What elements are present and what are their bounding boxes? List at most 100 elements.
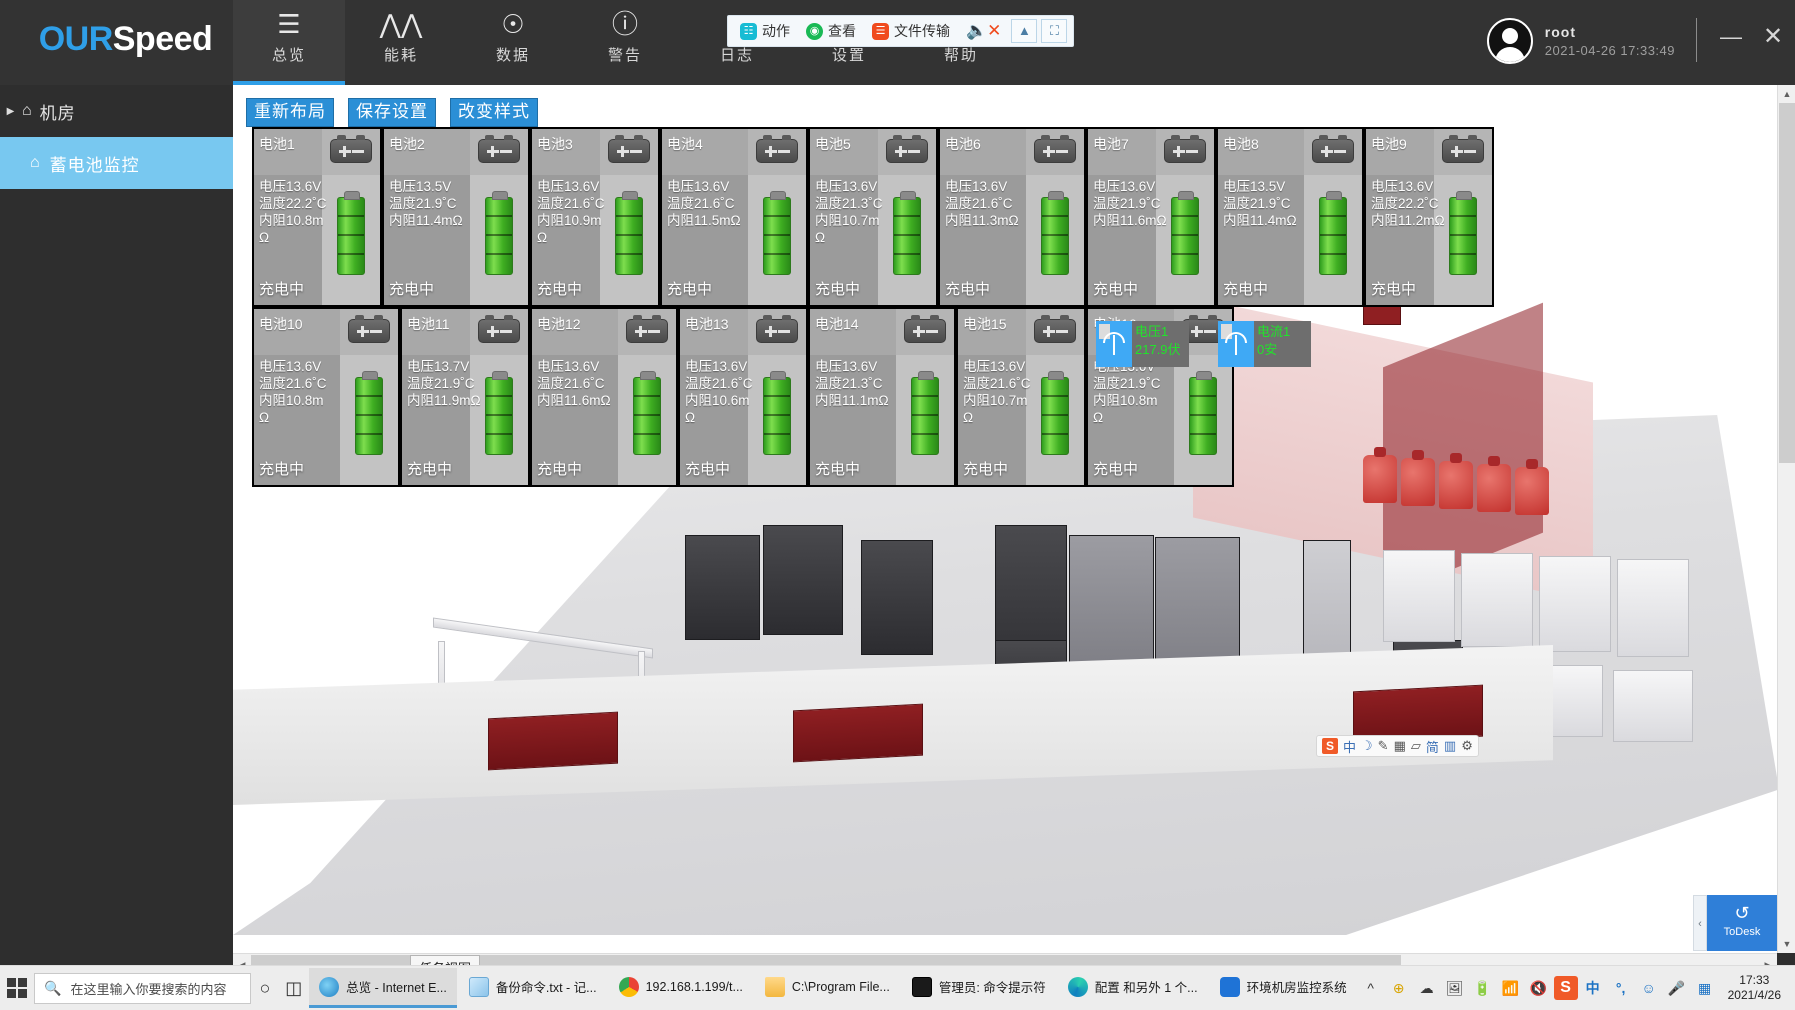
voltage-meter-label: 电压1 [1135, 323, 1186, 341]
battery-status: 充电中 [815, 278, 860, 299]
battery-temperature: 温度21.6˚C [945, 195, 1019, 212]
taskbar-app-edge[interactable]: 配置 和另外 1 个... [1058, 968, 1208, 1008]
remote-action-button[interactable]: ☷ 动作 [734, 19, 796, 43]
tray-overflow-icon[interactable]: ^ [1358, 980, 1384, 996]
application-window: OURSpeed ☰ 总览 ⋀⋀ 能耗 ☉ 数据 ⓘ 警告 日志 [0, 0, 1795, 975]
battery-card[interactable]: 电池13 电压13.6V 温度21.6˚C 内阻10.6mΩ 充电中 [678, 307, 808, 487]
tray-onedrive-icon[interactable]: ☁ [1414, 980, 1440, 997]
sidebar-item-battery-monitor-label: 蓄电池监控 [50, 151, 140, 176]
battery-card[interactable]: 电池3 电压13.6V 温度21.6˚C 内阻10.9mΩ 充电中 [530, 127, 660, 307]
battery-card-body: 电压13.6V 温度21.6˚C 内阻11.6mΩ 充电中 [532, 355, 676, 485]
battery-card[interactable]: 电池7 电压13.6V 温度21.9˚C 内阻11.6mΩ 充电中 [1086, 127, 1216, 307]
close-button[interactable]: ✕ [1759, 25, 1787, 49]
todesk-widget[interactable]: ↺ ToDesk [1707, 895, 1777, 951]
tray-ime-punctuation-toggle[interactable]: °, [1608, 980, 1634, 996]
battery-card[interactable]: 电池8 电压13.5V 温度21.9˚C 内阻11.4mΩ 充电中 [1216, 127, 1364, 307]
save-settings-button[interactable]: 保存设置 [348, 98, 436, 127]
battery-card[interactable]: 电池6 电压13.6V 温度21.6˚C 内阻11.3mΩ 充电中 [938, 127, 1086, 307]
tray-sogou-ime-icon[interactable]: S [1554, 976, 1578, 1000]
vertical-scroll-thumb[interactable] [1779, 103, 1795, 463]
battery-card[interactable]: 电池4 电压13.6V 温度21.6˚C 内阻11.5mΩ 充电中 [660, 127, 808, 307]
battery-voltage: 电压13.6V [259, 358, 333, 375]
battery-voltage: 电压13.6V [537, 358, 611, 375]
tray-ime-mic-icon[interactable]: 🎤 [1664, 980, 1690, 997]
vertical-scrollbar[interactable]: ▲ ▼ [1777, 85, 1795, 953]
chevron-right-icon: ▶ [0, 106, 22, 117]
ime-simplified-toggle[interactable]: 简 [1426, 737, 1439, 756]
clock-date: 2021/4/26 [1728, 988, 1781, 1003]
task-view-icon[interactable]: ◫ [279, 966, 308, 1010]
battery-resistance: 内阻10.8mΩ [259, 212, 333, 246]
tray-ime-lang-toggle[interactable]: 中 [1580, 978, 1606, 998]
remote-view-button[interactable]: ◉ 查看 [800, 19, 862, 43]
tray-volume-mute-icon[interactable]: 🔇 [1526, 980, 1552, 997]
search-input[interactable]: 🔍 在这里输入你要搜索的内容 [34, 973, 250, 1004]
chevron-up-icon[interactable]: ▲ [1011, 19, 1037, 43]
user-block[interactable]: root 2021-04-26 17:33:49 [1487, 18, 1675, 64]
voltage-meter-widget[interactable]: 电压1 217.9伏 [1096, 321, 1189, 367]
gauge-icon: ☉ [457, 0, 569, 44]
battery-voltage: 电压13.6V [815, 358, 889, 375]
tray-ime-keyboard-icon[interactable]: ▦ [1692, 980, 1718, 997]
home-icon: ⌂ [30, 154, 41, 172]
server-rack [763, 525, 843, 635]
remote-file-transfer-label: 文件传输 [894, 21, 950, 41]
taskbar-app-ie[interactable]: 总览 - Internet E... [309, 968, 457, 1008]
ime-panel-icon[interactable]: ▱ [1411, 738, 1421, 754]
cmd-icon [912, 977, 932, 997]
battery-card[interactable]: 电池12 电压13.6V 温度21.6˚C 内阻11.6mΩ 充电中 [530, 307, 678, 487]
sidebar-item-jifang[interactable]: ▶ ⌂ 机房 [0, 85, 233, 137]
speaker-mute-icon[interactable]: 🔈✕ [960, 21, 1007, 41]
remote-file-transfer-button[interactable]: ☰ 文件传输 [866, 19, 956, 43]
battery-card[interactable]: 电池9 电压13.6V 温度22.2˚C 内阻11.2mΩ 充电中 [1364, 127, 1494, 307]
battery-card[interactable]: 电池1 电压13.6V 温度22.2˚C 内阻10.8mΩ 充电中 [252, 127, 382, 307]
battery-level-icon [1041, 377, 1069, 455]
taskbar-app-cmd[interactable]: 管理员: 命令提示符 [902, 968, 1056, 1008]
current-meter-widget[interactable]: 电流1 0安 [1218, 321, 1311, 367]
taskbar-app-chrome[interactable]: 192.168.1.199/t... [609, 968, 753, 1008]
tab-overview[interactable]: ☰ 总览 [233, 0, 345, 85]
battery-temperature: 温度21.3˚C [815, 195, 889, 212]
ime-lang-toggle[interactable]: 中 [1343, 737, 1356, 756]
sogou-ime-icon[interactable]: S [1322, 738, 1338, 754]
minimize-button[interactable]: — [1717, 25, 1745, 49]
ime-toolbox-icon[interactable]: ▥ [1444, 738, 1456, 754]
todesk-collapse-handle[interactable]: ‹ [1693, 895, 1707, 951]
battery-name: 电池15 [963, 314, 1007, 334]
tray-battery-icon[interactable]: 🔋 [1470, 980, 1496, 997]
ime-moon-icon[interactable]: ☽ [1361, 738, 1373, 754]
tray-display-icon[interactable]: 🖼 [1442, 980, 1468, 997]
tray-network-icon[interactable]: 📶 [1498, 980, 1524, 997]
current-meter-label: 电流1 [1257, 323, 1308, 341]
battery-card[interactable]: 电池10 电压13.6V 温度21.6˚C 内阻10.8mΩ 充电中 [252, 307, 400, 487]
battery-card[interactable]: 电池14 电压13.6V 温度21.3˚C 内阻11.1mΩ 充电中 [808, 307, 956, 487]
tab-energy[interactable]: ⋀⋀ 能耗 [345, 0, 457, 85]
battery-name: 电池4 [667, 134, 703, 154]
windows-start-icon[interactable] [0, 966, 34, 1010]
battery-status: 充电中 [1093, 458, 1138, 479]
ime-settings-gear-icon[interactable]: ⚙ [1461, 738, 1473, 754]
taskbar-clock[interactable]: 17:33 2021/4/26 [1720, 973, 1789, 1003]
battery-level-icon [485, 377, 513, 455]
battery-card-body: 电压13.6V 温度22.2˚C 内阻10.8mΩ 充电中 [254, 175, 380, 305]
cortana-circle-icon[interactable]: ○ [251, 966, 280, 1010]
fullscreen-icon[interactable]: ⛶ [1041, 19, 1067, 43]
battery-card[interactable]: 电池5 电压13.6V 温度21.3˚C 内阻10.7mΩ 充电中 [808, 127, 938, 307]
battery-card[interactable]: 电池15 电压13.6V 温度21.6˚C 内阻10.7mΩ 充电中 [956, 307, 1086, 487]
battery-card[interactable]: 电池11 电压13.7V 温度21.9˚C 内阻11.9mΩ 充电中 [400, 307, 530, 487]
taskbar-app-notepad[interactable]: 备份命令.txt - 记... [459, 968, 607, 1008]
tab-alarm[interactable]: ⓘ 警告 [569, 0, 681, 85]
sidebar-item-battery-monitor[interactable]: ⌂ 蓄电池监控 [0, 137, 233, 189]
relayout-button[interactable]: 重新布局 [246, 98, 334, 127]
ime-grid-icon[interactable]: ▦ [1394, 738, 1406, 754]
scroll-up-arrow-icon[interactable]: ▲ [1778, 85, 1795, 103]
ime-pen-icon[interactable]: ✎ [1378, 738, 1389, 754]
tab-data[interactable]: ☉ 数据 [457, 0, 569, 85]
battery-card[interactable]: 电池2 电压13.5V 温度21.9˚C 内阻11.4mΩ 充电中 [382, 127, 530, 307]
tray-ime-emoji-icon[interactable]: ☺ [1636, 980, 1662, 996]
scroll-down-arrow-icon[interactable]: ▼ [1778, 935, 1795, 953]
taskbar-app-monitoring[interactable]: 环境机房监控系统 [1210, 968, 1357, 1008]
change-style-button[interactable]: 改变样式 [450, 98, 538, 127]
tray-update-icon[interactable]: ⊕ [1386, 980, 1412, 997]
taskbar-app-explorer[interactable]: C:\Program File... [755, 968, 900, 1008]
